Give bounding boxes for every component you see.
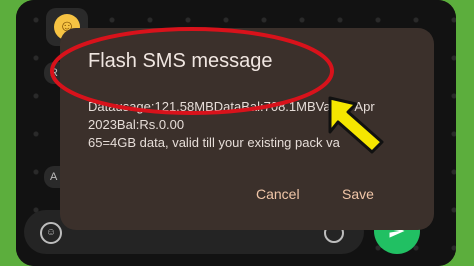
- phone-screen: ☺ R A ☺ Flash SMS message Datausage:121.…: [16, 0, 456, 266]
- partial-chat-text-lower: A: [50, 171, 58, 183]
- yellow-pointer-arrow-icon: [328, 96, 384, 154]
- cancel-button[interactable]: Cancel: [256, 186, 300, 202]
- save-button[interactable]: Save: [342, 186, 374, 202]
- red-highlight-ellipse: [50, 27, 334, 115]
- emoji-icon[interactable]: ☺: [40, 222, 62, 244]
